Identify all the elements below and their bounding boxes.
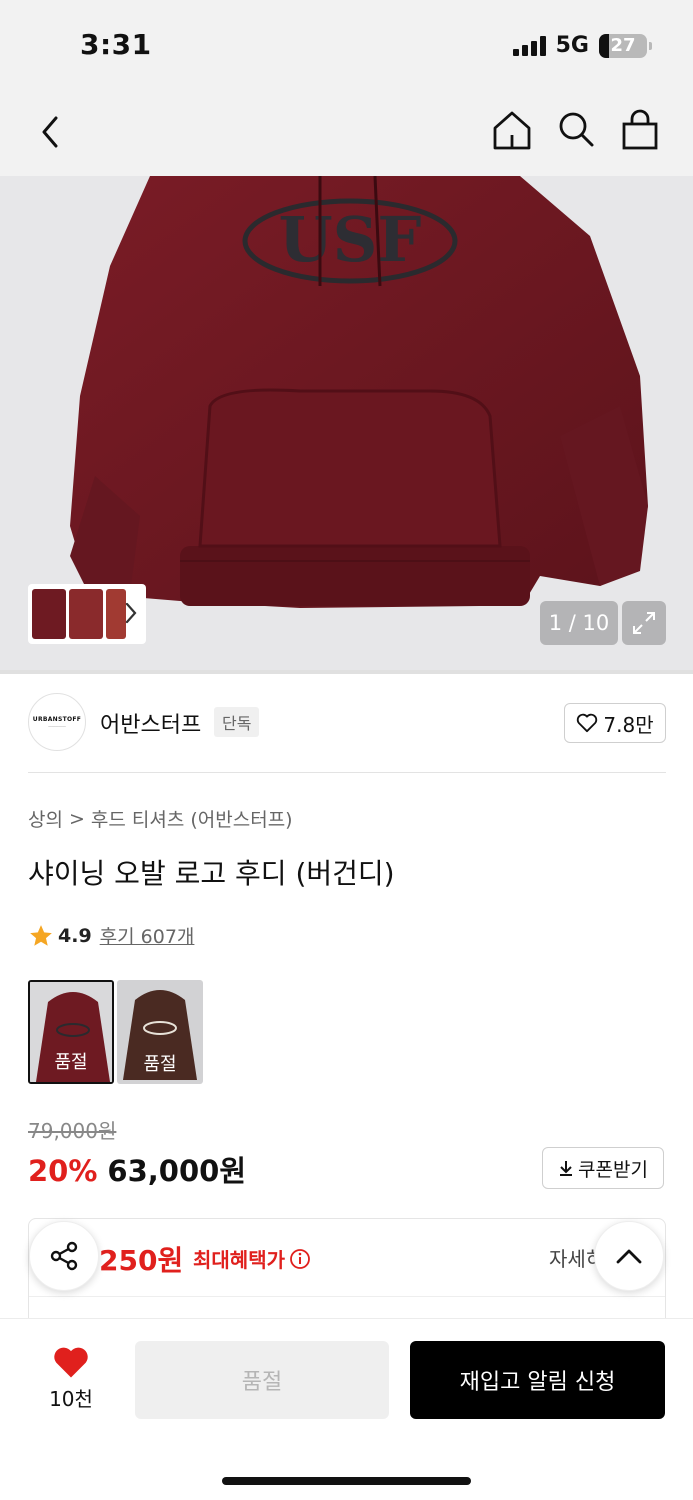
- color-swatch-burgundy[interactable]: 품절: [28, 980, 114, 1084]
- home-icon[interactable]: [490, 108, 534, 152]
- bottom-action-bar: 10천 품절 재입고 알림 신청: [0, 1318, 693, 1500]
- swatch-soldout-label: 품절: [54, 1052, 88, 1073]
- share-button[interactable]: [29, 1221, 99, 1291]
- shopping-bag-icon[interactable]: [618, 108, 662, 152]
- divider: [28, 772, 666, 773]
- rating-value: 4.9: [58, 924, 92, 947]
- top-nav-bar: [0, 92, 693, 176]
- battery-icon: 27: [599, 33, 652, 58]
- rating-row: 4.9 후기 607개: [28, 922, 194, 949]
- thumbnail-back[interactable]: [106, 589, 126, 639]
- status-bar: 3:31 5G 27: [0, 0, 693, 92]
- info-icon[interactable]: [289, 1248, 311, 1270]
- restock-alert-button[interactable]: 재입고 알림 신청: [410, 1341, 665, 1419]
- star-icon: [30, 924, 52, 946]
- wishlist-button[interactable]: 10천: [38, 1345, 104, 1412]
- home-indicator: [222, 1477, 471, 1485]
- original-price: 79,000원: [28, 1119, 117, 1143]
- thumbnail-front[interactable]: [32, 589, 66, 639]
- discount-rate: 20%: [28, 1154, 98, 1188]
- chevron-right-icon[interactable]: [124, 600, 138, 626]
- brand-like-count: 7.8만: [603, 712, 654, 737]
- scroll-top-button[interactable]: [594, 1221, 664, 1291]
- product-title: 샤이닝 오발 로고 후디 (버건디): [28, 857, 395, 890]
- breadcrumb: 상의 > 후드 티셔츠 (어반스터프): [28, 805, 293, 832]
- sale-price: 63,000원: [107, 1154, 247, 1188]
- expand-icon[interactable]: [622, 601, 666, 645]
- breadcrumb-separator: >: [68, 807, 85, 830]
- swatch-soldout-label: 품절: [143, 1054, 177, 1075]
- chevron-up-icon: [616, 1249, 642, 1264]
- divider: [29, 1296, 665, 1297]
- soldout-button: 품절: [135, 1341, 389, 1419]
- status-time: 3:31: [80, 28, 152, 61]
- brand-row: URBANSTOFF ――――― 어반스터프 단독 7.8만: [28, 693, 666, 753]
- exclusive-badge: 단독: [214, 707, 260, 737]
- image-page-counter: 1 / 10: [540, 601, 618, 645]
- thumbnail-side[interactable]: [69, 589, 103, 639]
- hero-divider: [0, 670, 693, 674]
- review-count-link[interactable]: 후기 607개: [100, 922, 195, 949]
- price-row: 20% 63,000원: [28, 1148, 246, 1190]
- product-image-gallery[interactable]: USF 1 / 10: [0, 176, 693, 670]
- color-swatch-brown[interactable]: 품절: [117, 980, 203, 1084]
- brand-name[interactable]: 어반스터프: [100, 707, 201, 739]
- breadcrumb-subcategory[interactable]: 후드 티셔츠 (어반스터프): [91, 805, 293, 832]
- battery-level: 27: [610, 35, 636, 56]
- thumbnail-strip[interactable]: [28, 584, 146, 644]
- coupon-label: 쿠폰받기: [578, 1158, 648, 1181]
- benefit-amount: 250원: [99, 1244, 184, 1277]
- wishlist-count: 10천: [49, 1387, 93, 1411]
- search-icon[interactable]: [554, 108, 598, 152]
- heart-filled-icon: [54, 1347, 88, 1378]
- benefit-label: 최대혜택가: [193, 1244, 311, 1273]
- max-benefit-panel[interactable]: 250원 최대혜택가 자세히: [28, 1218, 666, 1328]
- brand-like-button[interactable]: 7.8만: [564, 703, 666, 743]
- back-icon[interactable]: [32, 110, 72, 154]
- signal-icon: [512, 35, 546, 56]
- status-indicators: 5G 27: [512, 33, 652, 58]
- heart-outline-icon: [577, 713, 598, 733]
- share-icon: [50, 1241, 78, 1271]
- coupon-button[interactable]: 쿠폰받기: [542, 1147, 664, 1189]
- breadcrumb-category[interactable]: 상의: [28, 805, 63, 832]
- download-icon: [560, 1161, 573, 1176]
- network-label: 5G: [555, 33, 589, 58]
- brand-logo[interactable]: URBANSTOFF ―――――: [28, 693, 86, 751]
- hoodie-logo-text: USF: [279, 203, 422, 276]
